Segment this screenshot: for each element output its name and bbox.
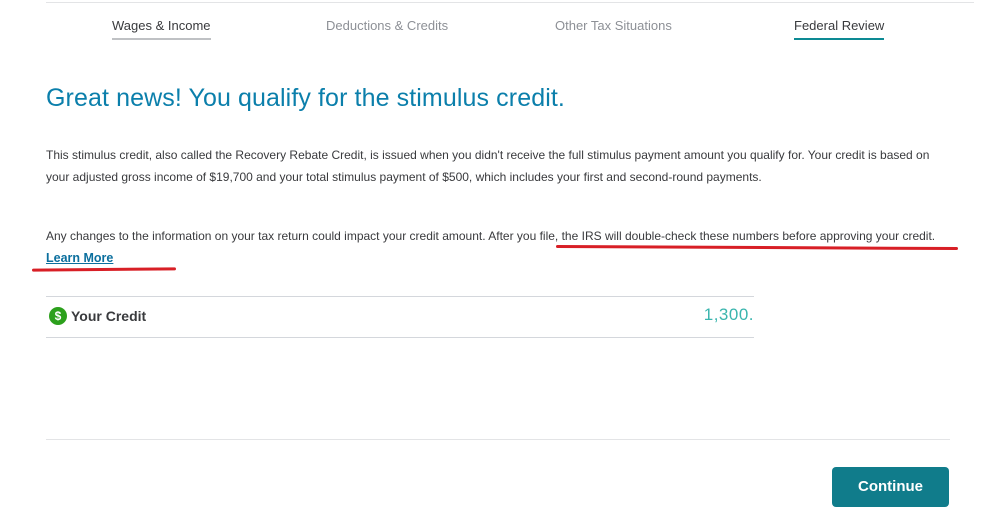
credit-amount: 1,300. <box>703 305 754 324</box>
tab-federal-review[interactable]: Federal Review <box>794 18 885 40</box>
credit-explanation-text: This stimulus credit, also called the Re… <box>46 148 930 184</box>
credit-label: Your Credit <box>71 308 147 324</box>
tab-deductions-credits[interactable]: Deductions & Credits <box>326 18 448 38</box>
learn-more-link[interactable]: Learn More <box>46 251 113 265</box>
bottom-divider <box>46 439 950 440</box>
dollar-circle-icon: $ <box>49 307 67 325</box>
page-title: Great news! You qualify for the stimulus… <box>46 84 565 112</box>
continue-button[interactable]: Continue <box>832 467 949 507</box>
tab-wages-income[interactable]: Wages & Income <box>112 18 211 40</box>
tab-other-tax-situations[interactable]: Other Tax Situations <box>555 18 672 38</box>
irs-review-sentence: Any changes to the information on your t… <box>46 229 936 243</box>
progress-tabs: Wages & Income Deductions & Credits Othe… <box>0 0 998 50</box>
your-credit-row: $ Your Credit 1,300. <box>46 296 754 338</box>
red-annotation-underline <box>31 267 177 272</box>
